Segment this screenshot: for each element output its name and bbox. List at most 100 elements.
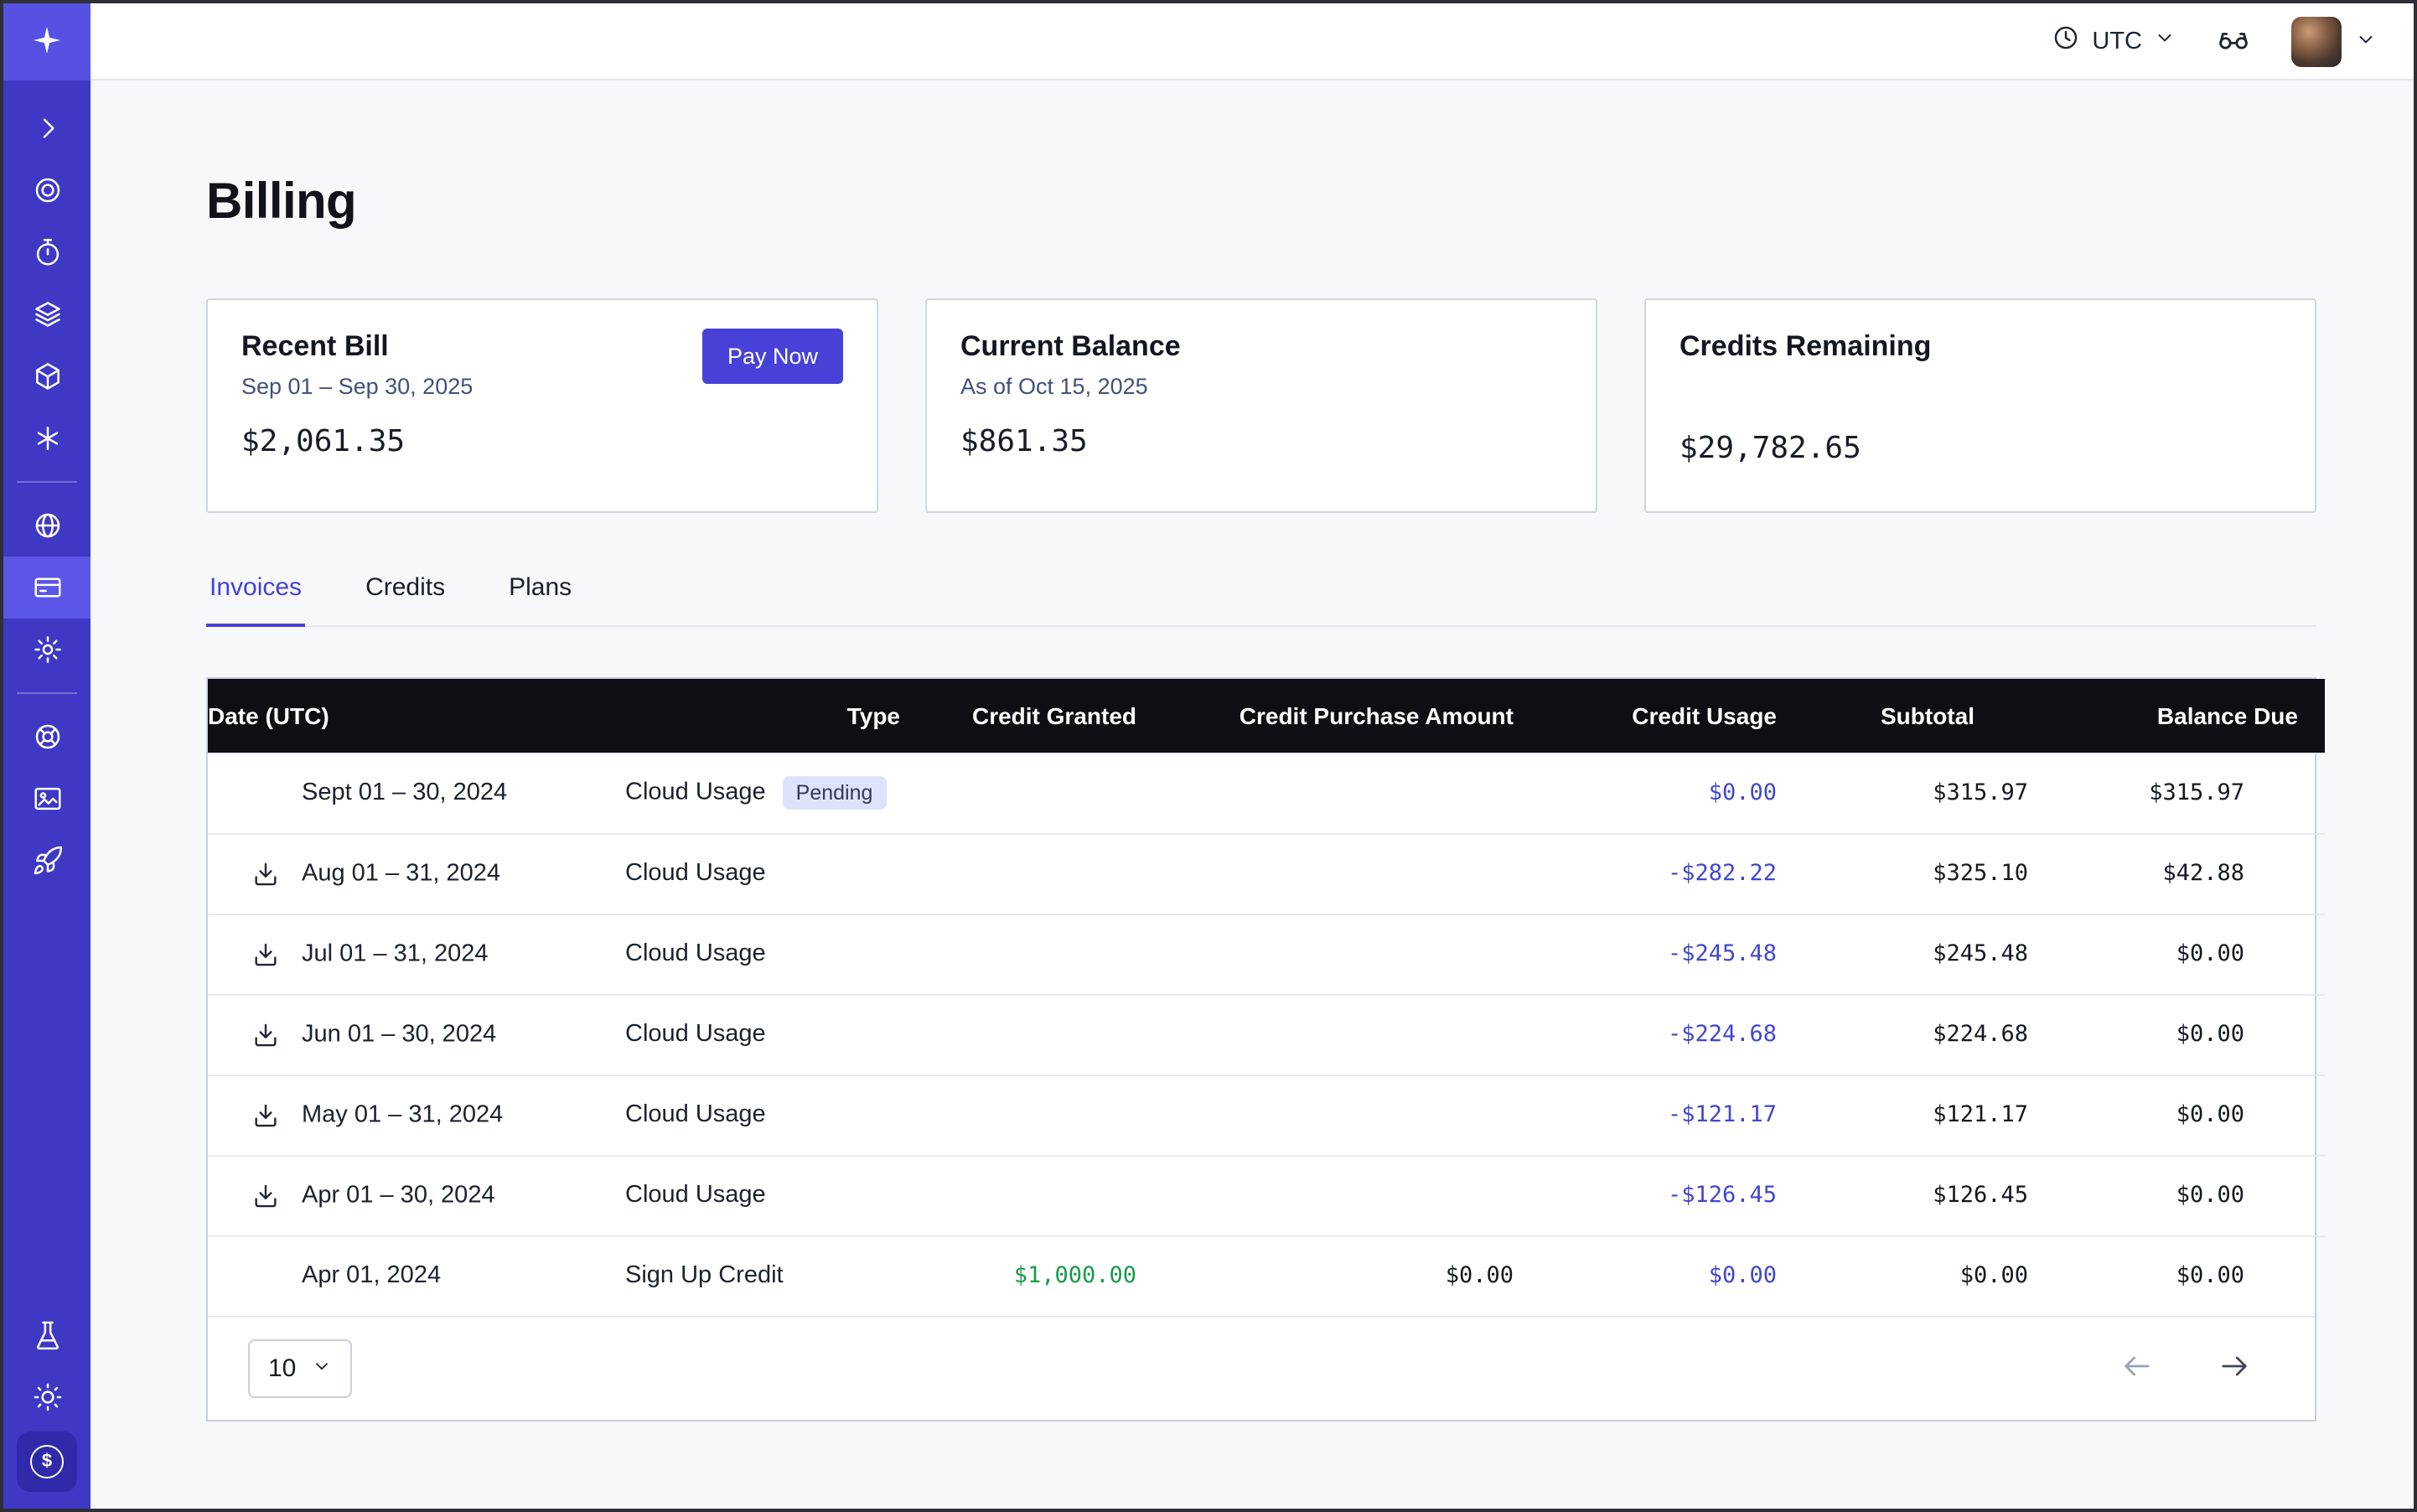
table-header-row: Date (UTC)TypeCredit GrantedCredit Purch… — [208, 679, 2325, 753]
sidebar-item-labs[interactable] — [3, 1304, 91, 1366]
sidebar-item-workflows[interactable] — [3, 159, 91, 221]
account-menu[interactable] — [2291, 16, 2377, 66]
sidebar-item-settings[interactable] — [3, 619, 91, 681]
billing-summary-cards: Recent Bill Sep 01 – Sep 30, 2025 $2,061… — [206, 298, 2316, 513]
invoice-type: Cloud Usage — [625, 860, 766, 887]
invoice-type-cell: Sign Up Credit — [625, 1235, 927, 1316]
column-header: Balance Due — [2055, 679, 2325, 753]
sidebar-group-main — [3, 97, 91, 469]
tab[interactable]: Credits — [362, 573, 448, 627]
recent-bill-amount: $2,061.35 — [241, 424, 843, 459]
download-invoice-button[interactable] — [251, 940, 280, 968]
sidebar: $ — [3, 3, 91, 1509]
credit-purchase-cell — [1163, 1074, 1540, 1155]
credit-purchase-cell — [1163, 753, 1540, 833]
sidebar-item-usage[interactable] — [3, 495, 91, 557]
rocket-icon — [31, 845, 63, 877]
download-invoice-button[interactable] — [251, 859, 280, 888]
table-row: Jun 01 – 30, 2024 Cloud Usage -$224.68 $… — [208, 994, 2325, 1074]
invoice-type: Cloud Usage — [625, 1182, 766, 1209]
invoice-type-cell: Cloud Usage — [625, 914, 927, 994]
credit-granted-cell: $1,000.00 — [927, 1235, 1163, 1316]
sidebar-item-nexus[interactable] — [3, 407, 91, 469]
sidebar-item-deployments[interactable] — [3, 345, 91, 407]
credit-usage-cell: -$245.48 — [1540, 914, 1804, 994]
main-content: Billing Recent Bill Sep 01 – Sep 30, 202… — [91, 80, 2414, 1509]
download-slot — [251, 1020, 302, 1049]
sidebar-item-billing[interactable] — [3, 557, 91, 619]
sidebar-item-support[interactable] — [3, 706, 91, 768]
sidebar-item-schedules[interactable] — [3, 221, 91, 283]
sidebar-item-getting-started[interactable] — [3, 830, 91, 892]
table-row: Apr 01, 2024 Sign Up Credit $1,000.00 $0… — [208, 1235, 2325, 1316]
credit-granted-cell — [927, 994, 1163, 1074]
invoice-type: Sign Up Credit — [625, 1263, 784, 1290]
download-icon — [251, 1020, 280, 1049]
invoices-table: Date (UTC)TypeCredit GrantedCredit Purch… — [206, 677, 2316, 1421]
previous-page-button[interactable] — [2120, 1349, 2154, 1388]
chevron-down-icon — [311, 1354, 331, 1383]
sidebar-item-theme[interactable] — [3, 1366, 91, 1428]
globe-icon — [31, 510, 63, 541]
invoice-type: Cloud Usage — [625, 940, 766, 967]
balance-as-of: As of Oct 15, 2025 — [960, 374, 1562, 399]
column-header: Credit Purchase Amount — [1163, 679, 1540, 753]
download-invoice-button[interactable] — [251, 1181, 280, 1209]
column-header: Subtotal — [1804, 679, 2055, 753]
card-title: Current Balance — [960, 330, 1562, 364]
credit-usage-cell: -$224.68 — [1540, 994, 1804, 1074]
credit-granted-cell — [927, 914, 1163, 994]
sidebar-item-namespaces[interactable] — [3, 283, 91, 345]
timezone-label: UTC — [2092, 28, 2142, 54]
invoice-date-cell: Jun 01 – 30, 2024 — [208, 994, 625, 1074]
invoice-type-cell: Cloud UsagePending — [625, 753, 927, 833]
credit-granted-cell — [927, 753, 1163, 833]
download-icon — [251, 1181, 280, 1209]
table-row: Aug 01 – 31, 2024 Cloud Usage -$282.22 $… — [208, 833, 2325, 914]
app-logo[interactable] — [3, 3, 91, 80]
credit-granted-cell — [927, 833, 1163, 914]
invoice-date-cell: Apr 01 – 30, 2024 — [208, 1155, 625, 1235]
download-icon — [251, 1100, 280, 1129]
image-icon — [31, 783, 63, 815]
tab[interactable]: Invoices — [206, 573, 305, 627]
column-header: Credit Usage — [1540, 679, 1804, 753]
download-invoice-button[interactable] — [251, 1100, 280, 1129]
credits-remaining-card: Credits Remaining $29,782.65 — [1644, 298, 2316, 513]
sidebar-expand-button[interactable] — [3, 97, 91, 159]
pay-now-button[interactable]: Pay Now — [702, 329, 843, 384]
cube-icon — [31, 360, 63, 392]
tab[interactable]: Plans — [505, 573, 575, 627]
dollar-icon: $ — [30, 1445, 64, 1478]
subtotal-cell: $315.97 — [1804, 753, 2055, 833]
target-icon — [31, 174, 63, 206]
current-balance-amount: $861.35 — [960, 424, 1562, 459]
arrow-left-icon — [2120, 1349, 2154, 1388]
invoice-type: Cloud Usage — [625, 1101, 766, 1128]
download-icon — [251, 859, 280, 888]
sidebar-item-currency[interactable]: $ — [17, 1432, 77, 1492]
invoice-type-cell: Cloud Usage — [625, 1074, 927, 1155]
labs-toggle-button[interactable] — [2216, 21, 2251, 61]
credit-granted-cell — [927, 1155, 1163, 1235]
page-size-select[interactable]: 10 — [248, 1339, 351, 1398]
invoice-date-cell: Apr 01, 2024 — [208, 1235, 625, 1316]
balance-due-cell: $0.00 — [2055, 994, 2325, 1074]
invoice-type: Cloud Usage — [625, 779, 766, 806]
invoice-date: Apr 01, 2024 — [302, 1263, 441, 1290]
invoice-date-cell: Sept 01 – 30, 2024 — [208, 753, 625, 833]
download-slot — [251, 1181, 302, 1209]
sidebar-divider — [17, 692, 77, 694]
page-size-value: 10 — [268, 1354, 296, 1383]
invoice-date: Jul 01 – 31, 2024 — [302, 940, 489, 967]
sidebar-item-docs[interactable] — [3, 768, 91, 830]
subtotal-cell: $0.00 — [1804, 1235, 2055, 1316]
credit-purchase-cell — [1163, 994, 1540, 1074]
download-invoice-button[interactable] — [251, 1020, 280, 1049]
subtotal-cell: $224.68 — [1804, 994, 2055, 1074]
next-page-button[interactable] — [2218, 1349, 2251, 1388]
layers-icon — [31, 298, 63, 330]
credit-purchase-cell — [1163, 1155, 1540, 1235]
page-title: Billing — [206, 174, 2316, 231]
timezone-selector[interactable]: UTC — [2052, 23, 2176, 59]
